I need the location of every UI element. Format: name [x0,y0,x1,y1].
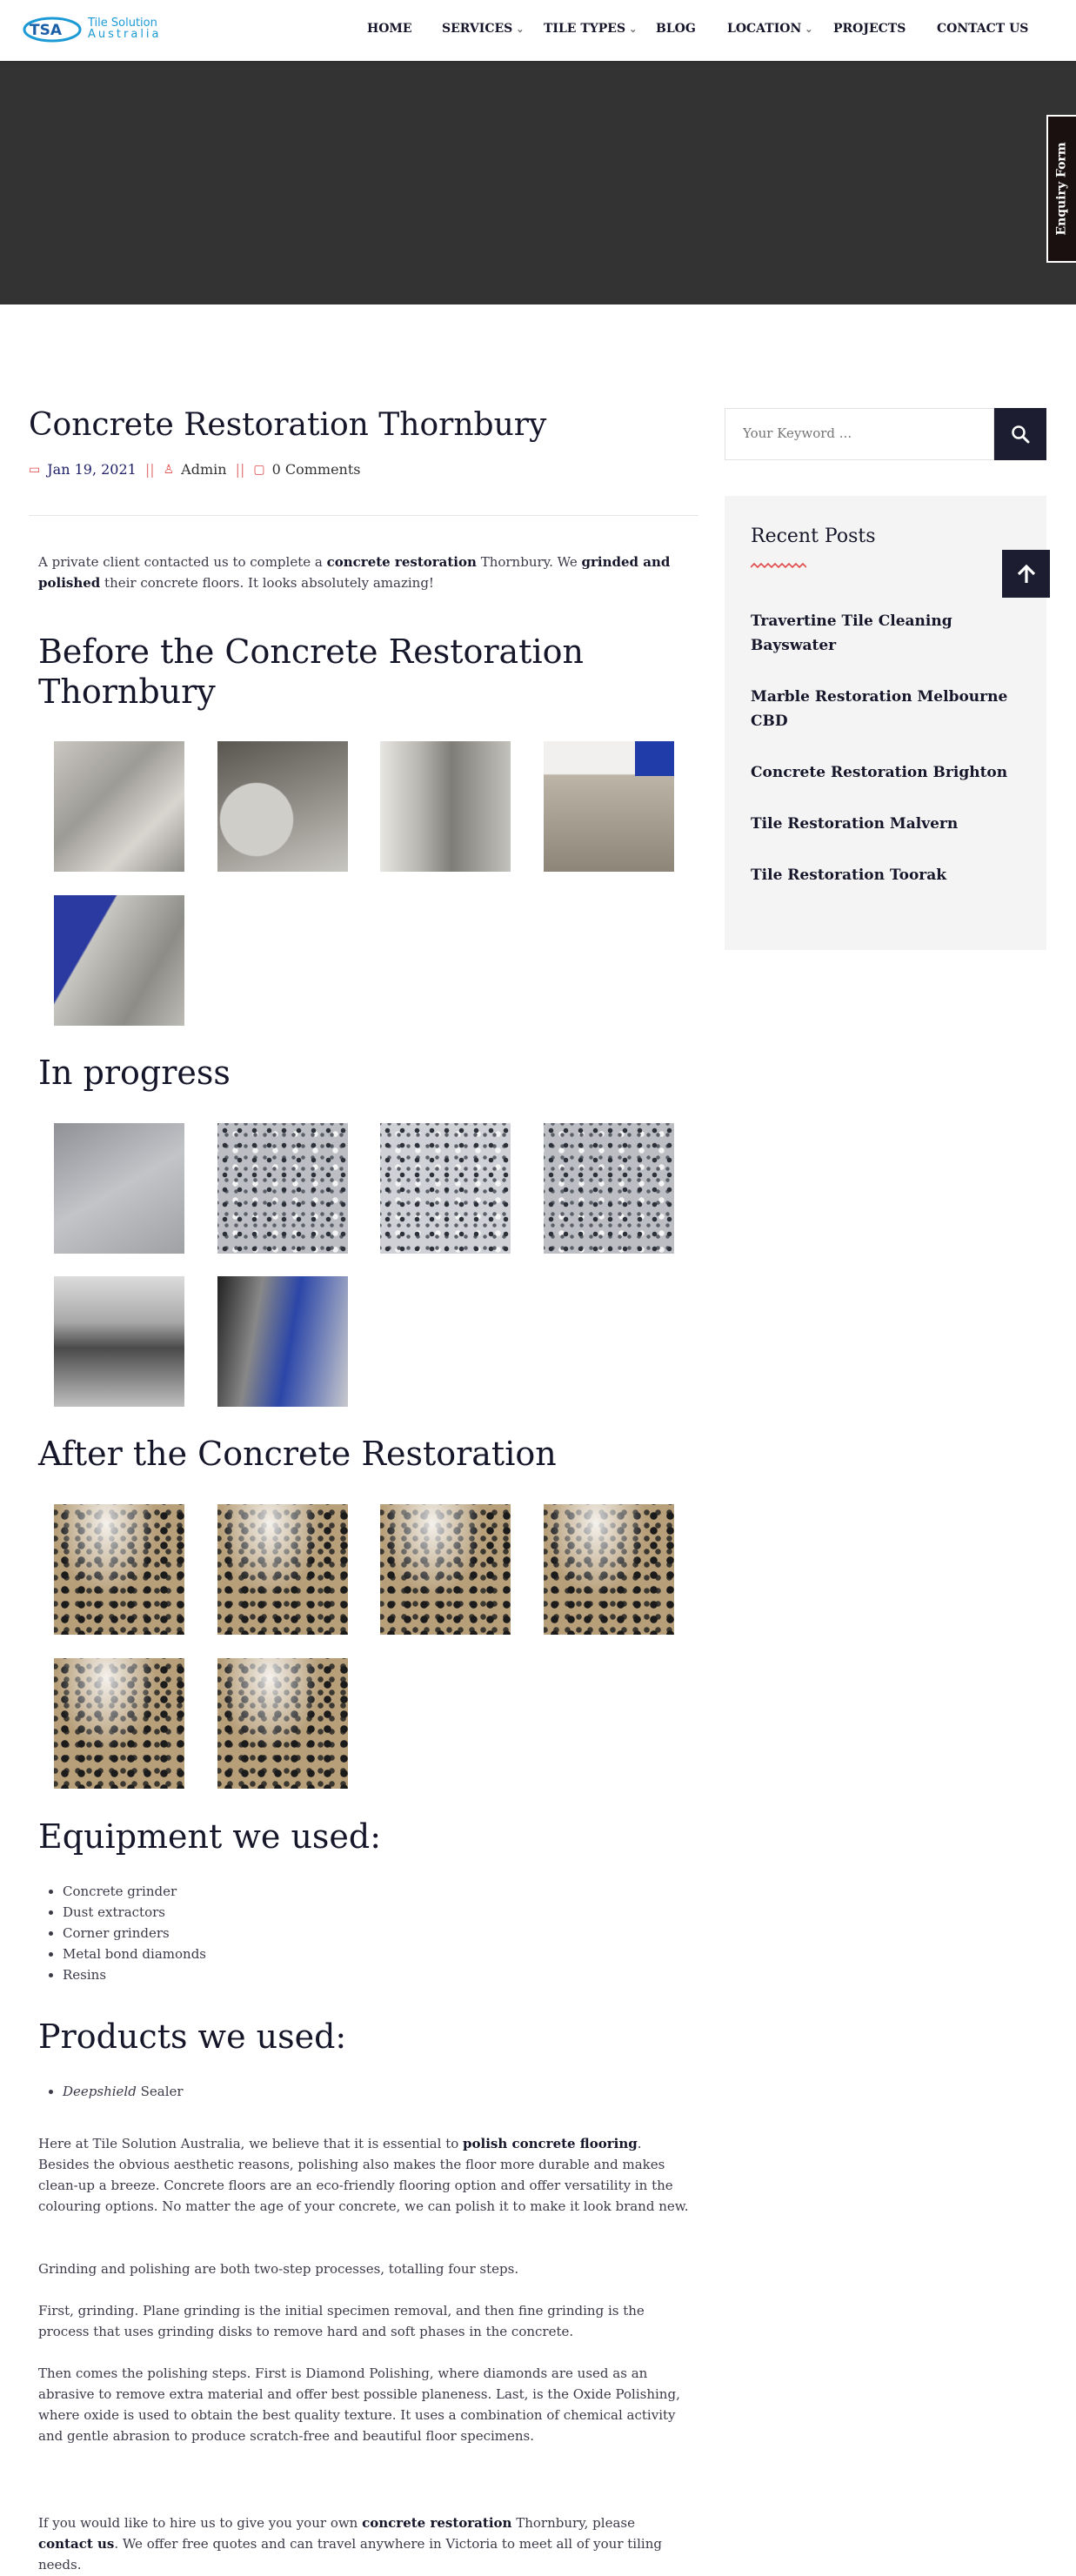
heading-equipment: Equipment we used: [38,1817,382,1856]
polish-concrete-link[interactable]: polish concrete flooring [463,2136,638,2151]
nav-contact-us-label: CONTACT US [937,22,1029,36]
paragraph-text: Thornbury, please [511,2515,635,2531]
list-item: Dust extractors [63,1902,206,1923]
before-photo-3[interactable] [380,741,511,872]
progress-photo-4[interactable] [544,1123,674,1254]
after-photo-6[interactable] [217,1658,348,1789]
progress-photo-1[interactable] [54,1123,184,1254]
progress-photo-5[interactable] [54,1276,184,1407]
enquiry-form-tab[interactable]: Enquiry Form [1046,115,1076,263]
progress-photo-2[interactable] [217,1123,348,1254]
after-photo-3[interactable] [380,1504,511,1635]
progress-photo-3[interactable] [380,1123,511,1254]
intro-paragraph: A private client contacted us to complet… [38,552,692,593]
body-paragraph-5: If you would like to hire us to give you… [38,2512,692,2575]
nav-tile-types-label: TILE TYPES [544,22,626,36]
paragraph-text: Here at Tile Solution Australia, we beli… [38,2136,464,2151]
recent-post-link[interactable]: Tile Restoration Toorak [751,863,1012,887]
nav-services[interactable]: SERVICES ⌄ [442,22,524,36]
body-paragraph-3: First, grinding. Plane grinding is the i… [38,2303,645,2339]
equipment-list: Concrete grinder Dust extractors Corner … [63,1881,206,1985]
post-meta: ▭ Jan 19, 2021 || ♙ Admin || ▢ 0 Comment… [29,461,360,478]
recent-post-link[interactable]: Tile Restoration Malvern [751,812,1012,836]
search-icon [1012,425,1030,444]
meta-separator: || [235,461,245,478]
nav-blog-label: BLOG [656,22,696,36]
nav-contact-us[interactable]: CONTACT US [937,22,1028,36]
chevron-down-icon: ⌄ [805,23,813,35]
search-button[interactable] [994,408,1046,460]
nav-projects[interactable]: PROJECTS [833,22,906,36]
nav-blog[interactable]: BLOG [656,22,696,36]
after-photo-5[interactable] [54,1658,184,1789]
after-photo-4[interactable] [544,1504,674,1635]
intro-bold: concrete restoration [326,554,477,570]
intro-text: Thornbury. We [476,554,582,570]
chevron-down-icon: ⌄ [629,23,638,35]
body-paragraph-4: Then comes the polishing steps. First is… [38,2365,680,2444]
meta-separator: || [144,461,155,478]
products-list: Deepshield Sealer [63,2081,184,2102]
zigzag-underline [751,562,806,569]
recent-posts-title: Recent Posts [751,525,876,547]
search-input[interactable] [743,425,978,441]
enquiry-form-label: Enquiry Form [1055,142,1070,236]
intro-text: their concrete floors. It looks absolute… [100,575,434,591]
nav-projects-label: PROJECTS [833,22,906,36]
progress-photo-6[interactable] [217,1276,348,1407]
paragraph-bold: concrete restoration [362,2515,512,2531]
heading-before: Before the Concrete Restoration Thornbur… [38,632,584,711]
contact-us-link[interactable]: contact us [38,2536,114,2552]
page-banner [0,61,1076,304]
logo-text: Tile Solution Australia [88,17,162,40]
list-item: Corner grinders [63,1923,206,1944]
intro-text: A private client contacted us to complet… [38,554,327,570]
post-comments[interactable]: 0 Comments [272,461,361,478]
body-paragraph-1: Here at Tile Solution Australia, we beli… [38,2133,692,2217]
comment-icon: ▢ [253,462,265,477]
site-logo[interactable]: TSA Tile Solution Australia [23,14,179,43]
list-item: Resins [63,1964,206,1985]
title-divider [29,515,698,516]
recent-post-link[interactable]: Travertine Tile Cleaning Bayswater [751,609,1012,658]
body-paragraph-2: Grinding and polishing are both two-step… [38,2261,519,2277]
site-header: TSA Tile Solution Australia HOME SERVICE… [0,0,1076,61]
before-photo-5[interactable] [54,895,184,1026]
recent-post-link[interactable]: Concrete Restoration Brighton [751,760,1012,785]
nav-home-label: HOME [367,22,412,36]
product-name: Deepshield [63,2084,137,2099]
list-item: Metal bond diamonds [63,1944,206,1964]
nav-location[interactable]: LOCATION ⌄ [727,22,812,36]
before-photo-2[interactable] [217,741,348,872]
heading-in-progress: In progress [38,1054,231,1092]
post-title: Concrete Restoration Thornbury [29,407,547,443]
after-photo-1[interactable] [54,1504,184,1635]
list-item: Concrete grinder [63,1881,206,1902]
product-type: Sealer [136,2084,184,2099]
arrow-up-icon [1017,564,1035,583]
nav-tile-types[interactable]: TILE TYPES ⌄ [544,22,637,36]
user-icon: ♙ [163,462,175,477]
svg-text:TSA: TSA [30,22,63,39]
paragraph-text: If you would like to hire us to give you… [38,2515,363,2531]
search-field [725,408,994,460]
heading-after: After the Concrete Restoration [38,1435,557,1473]
post-author[interactable]: Admin [181,461,226,478]
back-to-top-button[interactable] [1002,550,1050,598]
chevron-down-icon: ⌄ [516,23,525,35]
post-date[interactable]: Jan 19, 2021 [47,461,137,478]
list-item: Deepshield Sealer [63,2081,184,2102]
nav-location-label: LOCATION [727,22,802,36]
nav-services-label: SERVICES [442,22,513,36]
calendar-icon: ▭ [29,462,41,477]
before-photo-1[interactable] [54,741,184,872]
nav-home[interactable]: HOME [367,22,412,36]
logo-mark-icon: TSA [23,17,82,43]
paragraph-text: . We offer free quotes and can travel an… [38,2536,662,2573]
recent-post-link[interactable]: Marble Restoration Melbourne CBD [751,685,1012,733]
before-photo-4[interactable] [544,741,674,872]
heading-products: Products we used: [38,2017,347,2056]
logo-line-2: Australia [88,28,162,41]
after-photo-2[interactable] [217,1504,348,1635]
